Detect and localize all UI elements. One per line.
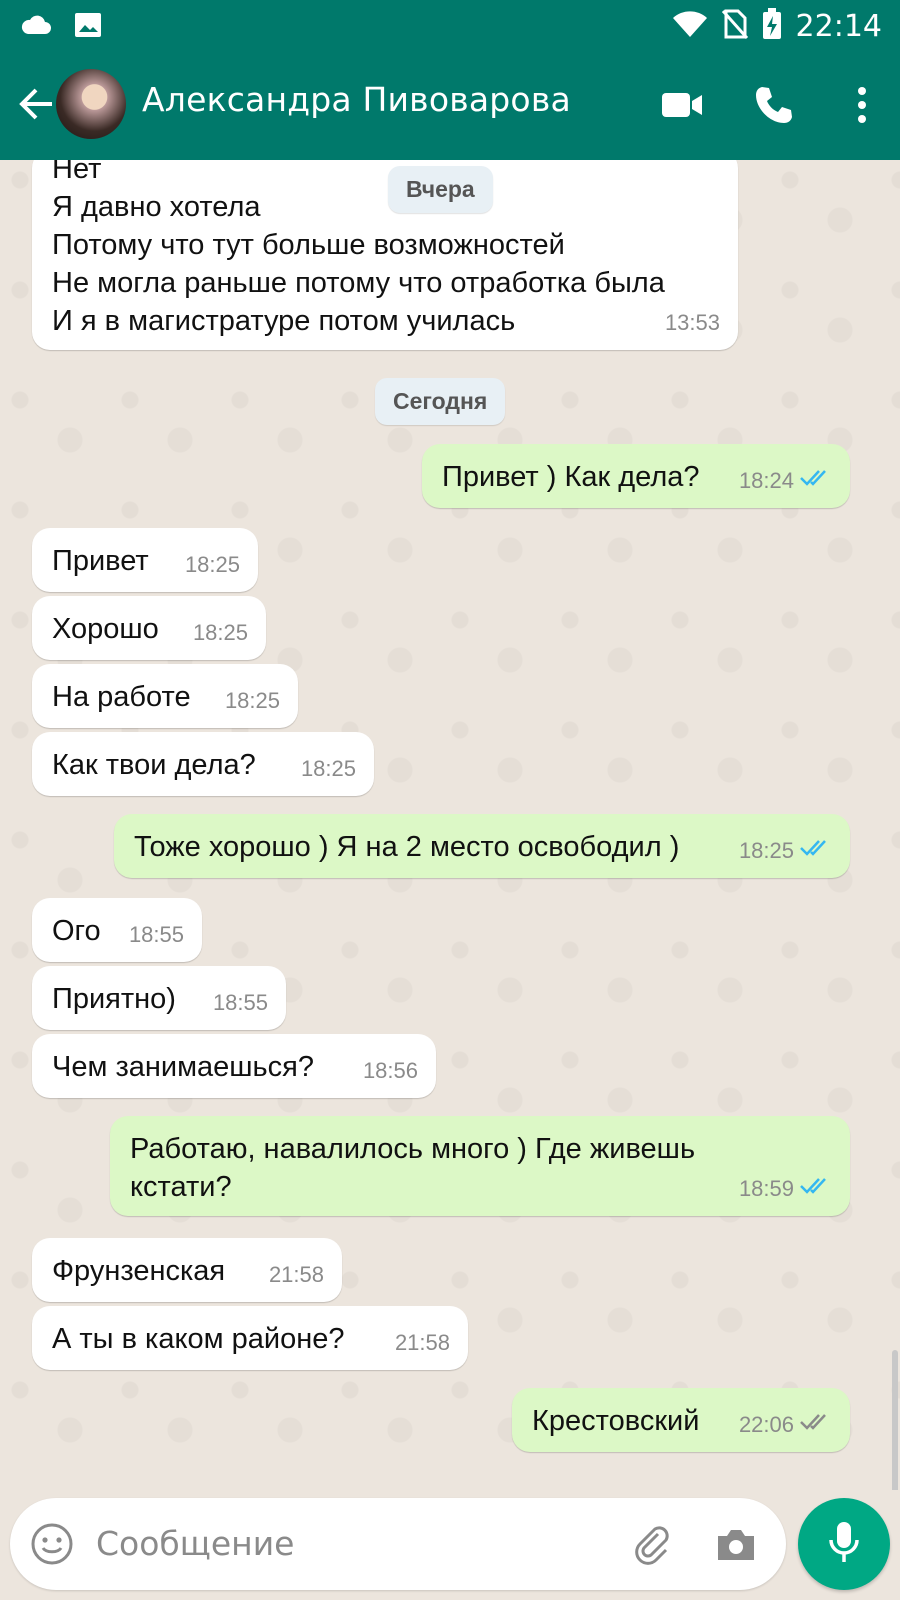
message-text: Крестовский xyxy=(532,1405,700,1437)
message-incoming[interactable]: Нет Я давно хотела Потому что тут больше… xyxy=(32,160,738,350)
message-incoming[interactable]: Как твои дела? 18:25 xyxy=(32,732,374,796)
message-text: Работаю, навалилось много ) Где живешь к… xyxy=(130,1133,696,1203)
status-clock: 22:14 xyxy=(795,9,882,44)
date-divider-today: Сегодня xyxy=(375,378,506,425)
message-time: 18:55 xyxy=(128,922,184,947)
wifi-icon xyxy=(672,10,708,43)
message-incoming[interactable]: Чем занимаешься? 18:56 xyxy=(32,1034,436,1098)
message-input-container[interactable]: Сообщение xyxy=(10,1498,786,1590)
read-ticks-icon xyxy=(800,832,832,870)
message-time: 18:56 xyxy=(362,1058,418,1083)
message-time: 18:55 xyxy=(212,990,268,1015)
message-incoming[interactable]: На работе 18:25 xyxy=(32,664,298,728)
message-text: Нет Я давно хотела Потому что тут больше… xyxy=(52,160,665,337)
message-time: 18:25 xyxy=(192,620,248,645)
message-outgoing[interactable]: Тоже хорошо ) Я на 2 место освободил ) 1… xyxy=(114,814,850,878)
read-ticks-icon xyxy=(800,462,832,500)
voice-message-button[interactable] xyxy=(798,1498,890,1590)
more-options-icon[interactable] xyxy=(852,83,872,127)
date-divider-yesterday: Вчера xyxy=(388,166,493,213)
emoji-icon[interactable] xyxy=(30,1522,74,1566)
message-time: 21:58 xyxy=(394,1330,450,1355)
status-bar: 22:14 xyxy=(0,0,900,50)
message-composer: Сообщение xyxy=(0,1490,900,1600)
message-time: 18:25 xyxy=(300,756,356,781)
microphone-icon xyxy=(824,1520,864,1569)
chat-header: Александра Пивоварова xyxy=(0,50,900,160)
contact-avatar[interactable] xyxy=(56,69,126,139)
read-ticks-icon xyxy=(800,1170,832,1208)
message-outgoing[interactable]: Привет ) Как дела? 18:24 xyxy=(422,444,850,508)
message-text: Привет ) Как дела? xyxy=(442,461,700,493)
message-incoming[interactable]: Фрунзенская 21:58 xyxy=(32,1238,342,1302)
message-input[interactable]: Сообщение xyxy=(96,1524,294,1563)
message-outgoing[interactable]: Крестовский 22:06 xyxy=(512,1388,850,1452)
message-text: Приятно) xyxy=(52,983,176,1015)
message-time: 18:25 xyxy=(224,688,280,713)
attach-icon[interactable] xyxy=(630,1522,674,1566)
message-incoming[interactable]: Ого 18:55 xyxy=(32,898,202,962)
message-text: Фрунзенская xyxy=(52,1255,226,1287)
battery-charging-icon xyxy=(762,8,782,45)
camera-icon[interactable] xyxy=(714,1522,758,1566)
message-text: Ого xyxy=(52,915,101,947)
message-outgoing[interactable]: Работаю, навалилось много ) Где живешь к… xyxy=(110,1116,850,1216)
message-time: 18:59 xyxy=(738,1176,794,1201)
message-incoming[interactable]: Хорошо 18:25 xyxy=(32,596,266,660)
message-text: Тоже хорошо ) Я на 2 место освободил ) xyxy=(134,831,680,863)
cloud-icon xyxy=(20,12,52,43)
message-text: На работе xyxy=(52,681,191,713)
back-arrow-icon[interactable] xyxy=(14,82,58,126)
message-time: 18:25 xyxy=(184,552,240,577)
delivered-ticks-icon xyxy=(800,1406,832,1444)
message-incoming[interactable]: А ты в каком районе? 21:58 xyxy=(32,1306,468,1370)
message-time: 18:25 xyxy=(738,838,794,863)
video-call-icon[interactable] xyxy=(660,83,704,127)
message-text: Привет xyxy=(52,545,149,577)
scrollbar[interactable] xyxy=(892,1350,898,1490)
message-incoming[interactable]: Привет 18:25 xyxy=(32,528,258,592)
message-incoming[interactable]: Приятно) 18:55 xyxy=(32,966,286,1030)
message-time: 13:53 xyxy=(664,310,720,335)
message-time: 22:06 xyxy=(738,1412,794,1437)
contact-name[interactable]: Александра Пивоварова xyxy=(142,80,571,119)
message-text: Чем занимаешься? xyxy=(52,1051,314,1083)
message-text: Как твои дела? xyxy=(52,749,256,781)
phone-call-icon[interactable] xyxy=(752,83,796,127)
message-text: А ты в каком районе? xyxy=(52,1323,345,1355)
image-icon xyxy=(74,12,102,43)
message-time: 18:24 xyxy=(738,468,794,493)
message-text: Хорошо xyxy=(52,613,159,645)
chat-messages[interactable]: Нет Я давно хотела Потому что тут больше… xyxy=(0,160,900,1490)
message-time: 21:58 xyxy=(268,1262,324,1287)
no-sim-icon xyxy=(721,9,748,44)
